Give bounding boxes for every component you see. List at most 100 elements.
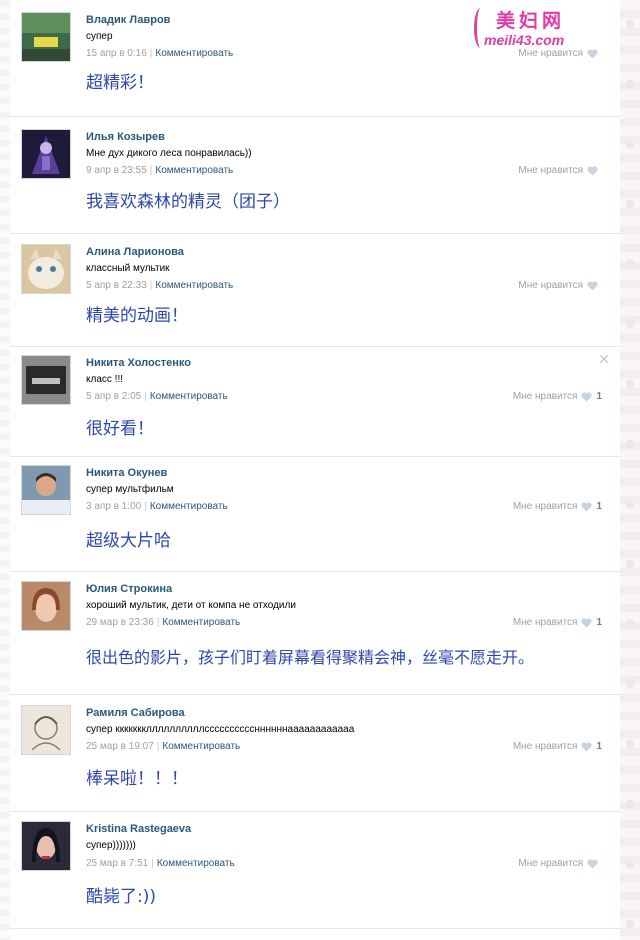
comment-text: хороший мультик, дети от компа не отходи…: [86, 600, 296, 611]
like-label: Мне нравится: [518, 165, 583, 176]
like-button[interactable]: Мне нравится: [518, 280, 602, 291]
like-count: 1: [596, 617, 602, 628]
comment-item: Алина Ларионова классный мультик 5 апр в…: [10, 234, 620, 347]
divider: |: [144, 391, 147, 402]
heart-icon: [587, 165, 598, 176]
like-button[interactable]: Мне нравится 1: [513, 741, 602, 752]
reply-link[interactable]: Комментировать: [155, 48, 233, 59]
comment-meta: 25 мар в 19:07 | Комментировать: [86, 741, 240, 752]
avatar[interactable]: [21, 705, 71, 755]
comment-item: Илья Козырев Мне дух дикого леса понрави…: [10, 117, 620, 234]
comment-meta: 5 апр в 2:05 | Комментировать: [86, 391, 228, 402]
comment-date[interactable]: 25 мар в 7:51: [86, 858, 148, 869]
like-count: 1: [596, 501, 602, 512]
comment-text: супер кккккккллллллллллсссссссссснннннна…: [86, 724, 355, 735]
heart-icon: [581, 617, 593, 628]
comment-meta: 9 апр в 23:55 | Комментировать: [86, 165, 233, 176]
heart-icon: [581, 741, 593, 752]
like-button[interactable]: Мне нравится: [518, 165, 602, 176]
divider: |: [156, 617, 160, 628]
avatar[interactable]: [21, 581, 71, 631]
comment-author[interactable]: Илья Козырев: [86, 131, 165, 143]
comment-meta: 3 апр в 1:00 | Комментировать: [86, 501, 228, 512]
like-label: Мне нравится: [512, 501, 578, 512]
comment-date[interactable]: 5 апр в 2:05: [86, 391, 141, 402]
comment-date[interactable]: 9 апр в 23:55: [86, 165, 147, 176]
like-label: Мне нравится: [518, 280, 583, 291]
heart-icon: [581, 391, 593, 402]
like-label: Мне нравится: [512, 391, 578, 402]
comment-item: Рамиля Сабирова супер кккккккллллллллллс…: [10, 695, 620, 812]
right-ornament-border: [620, 0, 640, 940]
like-label: Мне нравится: [518, 858, 583, 869]
divider: |: [144, 501, 147, 512]
comment-date[interactable]: 29 мар в 23:36: [86, 617, 154, 628]
site-watermark: 美妇网 meili43.com: [474, 6, 604, 54]
reply-link[interactable]: Комментировать: [150, 501, 228, 512]
comment-author[interactable]: Владик Лавров: [86, 14, 170, 26]
avatar[interactable]: [21, 12, 71, 62]
heart-icon: [581, 501, 593, 512]
comment-author[interactable]: Юлия Строкина: [86, 583, 172, 595]
comment-item: Никита Окунев супер мультфильм 3 апр в 1…: [10, 457, 620, 572]
comment-author[interactable]: Алина Ларионова: [86, 246, 184, 258]
comment-text: класс !!!: [86, 374, 123, 385]
comment-date[interactable]: 3 апр в 1:00: [86, 501, 141, 512]
watermark-url: meili43.com: [484, 32, 565, 48]
left-ornament-border: [0, 0, 10, 940]
comment-item: Никита Холостенко класс !!! 5 апр в 2:05…: [10, 347, 620, 457]
close-icon[interactable]: ✕: [598, 351, 610, 368]
divider: |: [156, 741, 160, 752]
avatar[interactable]: [21, 821, 71, 871]
reply-link[interactable]: Комментировать: [162, 741, 240, 752]
comment-item: Kristina Rastegaeva супер))))))) 25 мар …: [10, 812, 620, 929]
comment-meta: 25 мар в 7:51 | Комментировать: [86, 858, 235, 869]
avatar[interactable]: [21, 129, 71, 179]
like-button[interactable]: Мне нравится: [518, 858, 602, 869]
like-count: 1: [596, 741, 602, 752]
comment-date[interactable]: 15 апр в 0:16: [86, 48, 147, 59]
reply-link[interactable]: Комментировать: [150, 391, 228, 402]
reply-link[interactable]: Комментировать: [155, 165, 233, 176]
comment-text: классный мультик: [86, 263, 170, 274]
comment-author[interactable]: Kristina Rastegaeva: [86, 823, 191, 835]
like-label: Мне нравится: [512, 741, 578, 752]
like-button[interactable]: Мне нравится 1: [513, 617, 602, 628]
chinese-translation: 超精彩！: [86, 73, 154, 93]
comment-meta: 29 мар в 23:36 | Комментировать: [86, 617, 240, 628]
like-count: 1: [596, 391, 602, 402]
heart-icon: [587, 280, 598, 291]
comment-text: супер))))))): [86, 840, 136, 851]
chinese-translation: 很好看！: [86, 419, 154, 439]
comment-date[interactable]: 25 мар в 19:07: [86, 741, 154, 752]
reply-link[interactable]: Комментировать: [155, 280, 233, 291]
chinese-translation: 超级大片哈: [86, 531, 171, 551]
reply-link[interactable]: Комментировать: [162, 617, 240, 628]
heart-icon: [587, 858, 598, 869]
avatar[interactable]: [21, 244, 71, 294]
divider: |: [149, 48, 153, 59]
like-button[interactable]: Мне нравится 1: [513, 501, 602, 512]
chinese-translation: 精美的动画！: [86, 306, 188, 326]
comment-meta: 5 апр в 22:33 | Комментировать: [86, 280, 233, 291]
watermark-title: 美妇网: [496, 10, 566, 32]
comment-date[interactable]: 5 апр в 22:33: [86, 280, 147, 291]
comment-text: супер мультфильм: [86, 484, 174, 495]
comment-meta: 15 апр в 0:16 | Комментировать: [86, 48, 233, 59]
chinese-translation: 酷毙了:)): [86, 887, 156, 907]
avatar[interactable]: [21, 355, 71, 405]
comment-author[interactable]: Никита Холостенко: [86, 357, 191, 369]
comment-item: Юлия Строкина хороший мультик, дети от к…: [10, 572, 620, 695]
comment-text: Мне дух дикого леса понравилась)): [86, 148, 252, 159]
like-button[interactable]: Мне нравится 1: [513, 391, 602, 402]
avatar[interactable]: [21, 465, 71, 515]
divider: |: [149, 280, 153, 291]
chinese-translation: 棒呆啦！！！: [86, 769, 188, 789]
comment-author[interactable]: Никита Окунев: [86, 467, 167, 479]
chinese-translation: 很出色的影片，孩子们盯着屏幕看得聚精会神，丝毫不愿走开。: [86, 648, 535, 667]
comment-author[interactable]: Рамиля Сабирова: [86, 707, 185, 719]
like-label: Мне нравится: [512, 617, 578, 628]
chinese-translation: 我喜欢森林的精灵（团子）: [86, 192, 290, 212]
reply-link[interactable]: Комментировать: [157, 858, 235, 869]
comment-text: супер: [86, 31, 113, 42]
